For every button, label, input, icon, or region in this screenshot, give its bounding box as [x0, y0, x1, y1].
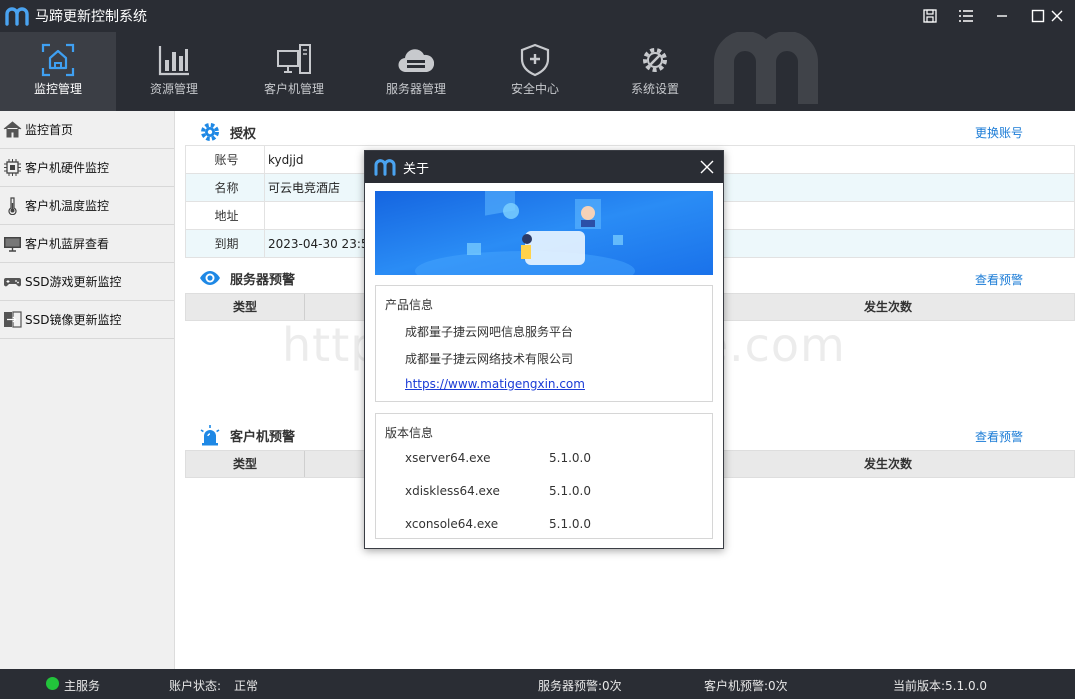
menu-icon [959, 10, 973, 22]
column-header-count: 发生次数 [864, 457, 913, 471]
nav-resources[interactable]: 资源管理 [116, 32, 232, 111]
group-title: 版本信息 [385, 426, 434, 440]
status-bar: 主服务 账户状态: 正常 服务器预警:0次 客户机预警:0次 当前版本:5.1.… [0, 669, 1075, 699]
menu-button[interactable] [948, 0, 984, 32]
client-warn-count: 客户机预警:0次 [704, 679, 788, 693]
alarm-icon [200, 425, 220, 446]
view-client-warn-link[interactable]: 查看预警 [975, 428, 1023, 445]
nav-label: 资源管理 [149, 82, 198, 96]
column-header-count: 发生次数 [864, 300, 913, 314]
sidebar-item-hardware[interactable]: 客户机硬件监控 [0, 149, 174, 187]
account-state-value: 正常 [234, 679, 259, 693]
about-banner-illustration [375, 191, 713, 275]
auth-key: 名称 [185, 173, 265, 202]
nav-clients[interactable]: 客户机管理 [236, 32, 352, 111]
auth-key: 地址 [185, 201, 265, 230]
home-icon [3, 121, 22, 138]
version-value: 5.1.0.0 [549, 451, 591, 465]
close-icon[interactable] [697, 157, 717, 177]
sidebar-item-label: SSD镜像更新监控 [25, 313, 122, 327]
monitor-icon [4, 237, 21, 252]
close-icon [1051, 10, 1063, 22]
nav-label: 客户机管理 [263, 82, 324, 96]
minimize-button[interactable] [984, 0, 1020, 32]
sidebar: 监控首页 客户机硬件监控 客户机温度监控 客户机蓝屏查看 SSD游戏更新监控 S… [0, 111, 175, 669]
group-title: 产品信息 [385, 298, 434, 312]
save-button[interactable] [912, 0, 948, 32]
shield-icon [520, 43, 550, 77]
sidebar-item-label: 客户机蓝屏查看 [25, 237, 110, 251]
gamepad-icon [4, 278, 21, 287]
thermometer-icon [8, 197, 17, 215]
version-info-group: 版本信息 xserver64.exe 5.1.0.0 xdiskless64.e… [375, 413, 713, 539]
app-title: 马蹄更新控制系统 [35, 9, 147, 25]
current-version: 当前版本:5.1.0.0 [893, 679, 988, 693]
product-line: 成都量子捷云网络技术有限公司 [405, 352, 574, 366]
nav-label: 服务器管理 [385, 82, 446, 96]
auth-title: 授权 [230, 126, 257, 142]
auth-key: 到期 [185, 229, 265, 258]
sidebar-item-ssd-image[interactable]: SSD镜像更新监控 [0, 301, 174, 339]
version-value: 5.1.0.0 [549, 484, 591, 498]
gear-wrench-icon [643, 48, 667, 72]
sidebar-item-label: 监控首页 [25, 123, 74, 137]
cloud-server-icon [398, 49, 434, 73]
app-logo-icon [374, 159, 396, 176]
auth-key: 账号 [185, 145, 265, 174]
version-name: xserver64.exe [405, 451, 491, 465]
sidebar-item-temperature[interactable]: 客户机温度监控 [0, 187, 174, 225]
version-value: 5.1.0.0 [549, 517, 591, 531]
switch-account-link[interactable]: 更换账号 [975, 124, 1023, 141]
nav-label: 系统设置 [630, 82, 679, 96]
sidebar-item-label: 客户机硬件监控 [25, 161, 110, 175]
gear-icon [201, 123, 219, 141]
bar-chart-icon [158, 46, 189, 76]
product-line: 成都量子捷云网吧信息服务平台 [405, 325, 574, 339]
nav-security[interactable]: 安全中心 [476, 32, 594, 111]
version-name: xdiskless64.exe [405, 484, 500, 498]
sidebar-item-ssd-game[interactable]: SSD游戏更新监控 [0, 263, 174, 301]
nav-monitor[interactable]: 监控管理 [0, 32, 116, 111]
image-update-icon [4, 311, 22, 328]
client-warn-section-title: 客户机预警 [199, 424, 295, 446]
chip-icon [4, 159, 21, 176]
sidebar-item-label: 客户机温度监控 [25, 199, 110, 213]
client-computers-icon [277, 44, 311, 74]
column-header-type: 类型 [186, 451, 305, 477]
version-name: xconsole64.exe [405, 517, 499, 531]
nav-label: 安全中心 [510, 82, 559, 96]
nav-servers[interactable]: 服务器管理 [356, 32, 476, 111]
dialog-title: 关于 [403, 161, 430, 177]
status-ok-indicator [46, 677, 59, 690]
sidebar-item-monitor-home[interactable]: 监控首页 [0, 111, 174, 149]
server-warn-count: 服务器预警:0次 [538, 679, 622, 693]
product-info-group: 产品信息 成都量子捷云网吧信息服务平台 成都量子捷云网络技术有限公司 https… [375, 285, 713, 402]
sidebar-item-bluescreen[interactable]: 客户机蓝屏查看 [0, 225, 174, 263]
server-warn-title: 服务器预警 [230, 272, 296, 288]
about-dialog: 关于 产品信息 成都量子捷云网吧信息服务平台 成都量子捷云网络技术有限公司 ht… [364, 150, 724, 549]
product-url-link[interactable]: https://www.matigengxin.com [405, 377, 585, 391]
main-service-label: 主服务 [64, 679, 101, 693]
dialog-title-bar: 关于 [365, 151, 723, 183]
column-header-type: 类型 [186, 294, 305, 320]
eye-icon [200, 271, 220, 285]
minimize-icon [997, 15, 1007, 17]
client-warn-title: 客户机预警 [230, 429, 296, 445]
close-button[interactable] [1039, 0, 1075, 32]
product-url-line: https://www.matigengxin.com [405, 377, 585, 391]
title-bar: 马蹄更新控制系统 [0, 0, 1075, 32]
server-warn-section-title: 服务器预警 [199, 267, 295, 289]
nav-label: 监控管理 [33, 82, 82, 96]
monitor-home-icon [41, 43, 75, 77]
top-nav: 监控管理 资源管理 客户机管理 服务器管理 安全中心 系统设置 [0, 32, 1075, 111]
auth-section-title: 授权 [199, 121, 256, 143]
sidebar-item-label: SSD游戏更新监控 [25, 275, 122, 289]
nav-settings[interactable]: 系统设置 [596, 32, 714, 111]
brand-watermark-icon [714, 32, 818, 104]
view-server-warn-link[interactable]: 查看预警 [975, 271, 1023, 288]
account-state-label: 账户状态: [169, 679, 222, 693]
save-icon [923, 9, 937, 23]
app-logo-icon [5, 7, 29, 26]
